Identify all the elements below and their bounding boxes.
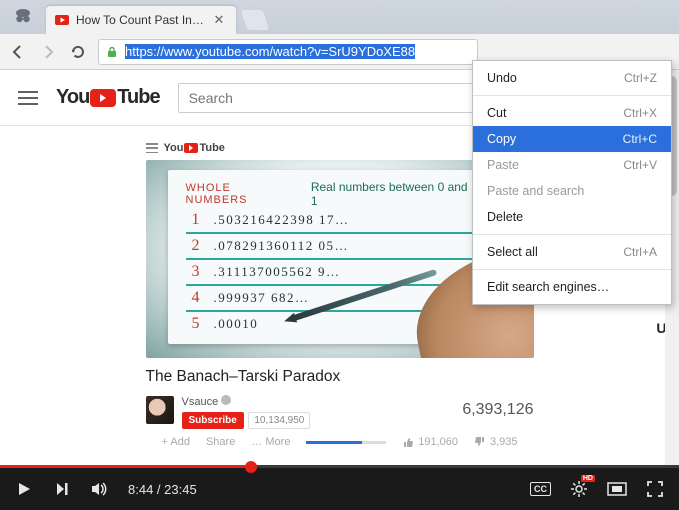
menu-item-label: Undo (487, 71, 517, 85)
logo-text-tube: Tube (117, 86, 159, 109)
row-index: 2 (186, 237, 200, 255)
row-index: 1 (186, 211, 200, 229)
tab-close-icon[interactable]: ✕ (212, 13, 226, 27)
tab-favicon-icon (54, 12, 70, 28)
menu-item-paste: Paste Ctrl+V (473, 152, 671, 178)
menu-item-undo[interactable]: Undo Ctrl+Z (473, 65, 671, 91)
sheet-row: 2 .078291360112 05… (186, 234, 478, 260)
more-button[interactable]: … More (251, 436, 290, 448)
row-index: 5 (186, 315, 200, 333)
sheet-row: 1 .503216422398 17… (186, 208, 478, 234)
volume-icon[interactable] (90, 479, 110, 499)
progress-bar[interactable] (0, 465, 679, 468)
menu-item-label: Edit search engines… (487, 280, 609, 294)
menu-item-shortcut: Ctrl+V (623, 158, 657, 172)
play-icon[interactable] (14, 479, 34, 499)
incognito-icon (10, 4, 36, 30)
captions-button[interactable]: CC (530, 482, 551, 496)
dislike-button[interactable]: 3,935 (474, 436, 518, 448)
logo-play-icon (90, 89, 116, 107)
dislike-count: 3,935 (490, 436, 518, 448)
menu-item-edit-search-engines[interactable]: Edit search engines… (473, 274, 671, 300)
menu-item-paste-and-search: Paste and search (473, 178, 671, 204)
address-bar[interactable]: https://www.youtube.com/watch?v=SrU9YDoX… (98, 39, 478, 65)
fullscreen-icon[interactable] (645, 479, 665, 499)
menu-item-label: Delete (487, 210, 523, 224)
menu-item-label: Paste (487, 158, 519, 172)
menu-item-shortcut: Ctrl+X (623, 106, 657, 120)
reload-button[interactable] (68, 42, 88, 62)
menu-item-shortcut: Ctrl+A (623, 245, 657, 259)
row-number: .311137005562 9… (214, 264, 341, 280)
url-text: https://www.youtube.com/watch?v=SrU9YDoX… (125, 44, 471, 59)
share-button[interactable]: Share (206, 436, 235, 448)
subscribe-button[interactable]: Subscribe (182, 412, 244, 429)
sheet-heading-right: Real numbers between 0 and 1 (311, 180, 478, 208)
channel-avatar[interactable] (146, 396, 174, 424)
menu-item-cut[interactable]: Cut Ctrl+X (473, 100, 671, 126)
add-to-button[interactable]: + Add (162, 436, 190, 448)
video-player-bar: 8:44 / 23:45 CC HD (0, 468, 679, 510)
row-number: .503216422398 17… (214, 212, 350, 228)
forward-button[interactable] (38, 42, 58, 62)
row-index: 4 (186, 289, 200, 307)
menu-separator (473, 269, 671, 270)
guide-menu-icon[interactable] (18, 91, 38, 105)
like-button[interactable]: 191,060 (402, 436, 458, 448)
settings-icon[interactable]: HD (569, 479, 589, 499)
row-number: .999937 682… (214, 290, 310, 306)
subscriber-count: 10,134,950 (248, 412, 310, 429)
menu-item-copy[interactable]: Copy Ctrl+C (473, 126, 671, 152)
view-count: 6,393,126 (462, 401, 533, 419)
time-display: 8:44 / 23:45 (128, 482, 197, 497)
browser-tab[interactable]: How To Count Past Infinity ✕ (46, 6, 236, 34)
menu-separator (473, 234, 671, 235)
context-menu: Undo Ctrl+Z Cut Ctrl+X Copy Ctrl+C Paste Ctrl+V… (472, 60, 672, 305)
sheet-heading-left: WHOLE NUMBERS (186, 182, 297, 206)
verified-icon (221, 395, 231, 405)
like-count: 191,060 (418, 436, 458, 448)
menu-separator (473, 95, 671, 96)
row-number: .00010 (214, 316, 259, 332)
menu-item-shortcut: Ctrl+C (623, 132, 657, 146)
channel-name[interactable]: Vsauce (182, 396, 219, 408)
menu-item-label: Paste and search (487, 184, 584, 198)
like-ratio-bar (306, 441, 386, 444)
theater-mode-icon[interactable] (607, 479, 627, 499)
menu-item-select-all[interactable]: Select all Ctrl+A (473, 239, 671, 265)
hd-badge: HD (581, 475, 595, 482)
mini-youtube-logo[interactable]: YouTube (164, 142, 225, 154)
back-button[interactable] (8, 42, 28, 62)
tab-strip: How To Count Past Infinity ✕ (0, 0, 679, 34)
menu-item-label: Copy (487, 132, 516, 146)
row-index: 3 (186, 263, 200, 281)
menu-item-label: Cut (487, 106, 506, 120)
menu-item-delete[interactable]: Delete (473, 204, 671, 230)
youtube-logo[interactable]: You Tube (56, 86, 160, 109)
lock-icon (105, 45, 119, 59)
logo-text-you: You (56, 86, 89, 109)
mini-menu-icon[interactable] (146, 143, 158, 153)
video-title[interactable]: The Banach–Tarski Paradox (146, 368, 534, 386)
next-icon[interactable] (52, 479, 72, 499)
tab-title: How To Count Past Infinity (76, 13, 206, 27)
new-tab-button[interactable] (241, 10, 269, 30)
menu-item-shortcut: Ctrl+Z (624, 71, 657, 85)
menu-item-label: Select all (487, 245, 538, 259)
row-number: .078291360112 05… (214, 238, 350, 254)
